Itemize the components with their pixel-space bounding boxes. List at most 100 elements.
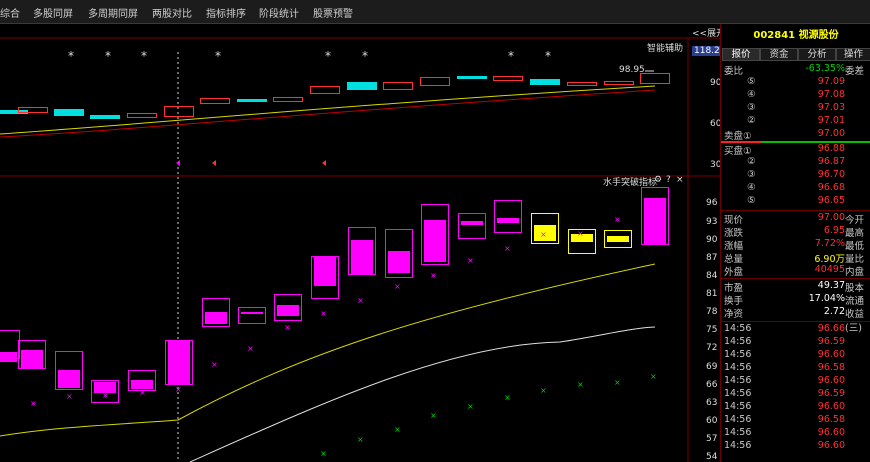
tick-row: 14:56 96.60 — [721, 349, 870, 362]
sell-row: ④ 97.08 — [721, 89, 870, 102]
quote-row: 现价 97.00 今开 — [721, 212, 870, 226]
weibi-row: 委比 -63.35% 委差 — [721, 63, 870, 77]
magenta-dot: × — [102, 391, 109, 400]
quote-label2: 最高 — [845, 228, 865, 239]
lower-y-tick: 63 — [706, 398, 718, 408]
quote-row: 涨幅 7.72% 最低 — [721, 238, 870, 252]
tick-row: 14:56 96.60 — [721, 440, 870, 453]
lower-y-tick: 90 — [706, 235, 718, 245]
magenta-dot: × — [357, 296, 364, 305]
indicator-fill — [21, 350, 43, 368]
upper-candle — [640, 73, 670, 84]
sell-row: ⑤ 97.09 — [721, 76, 870, 89]
quote-row: 总量 6.90万 量比 — [721, 251, 870, 265]
indicator-fill — [314, 256, 336, 286]
lower-y-tick: 81 — [706, 289, 718, 299]
buy-price: 96.65 — [817, 195, 845, 206]
quote-value: 97.00 — [817, 212, 845, 223]
signal-star: * — [68, 49, 74, 63]
indicator-fill — [351, 240, 373, 274]
lower-y-tick: 78 — [706, 307, 718, 317]
magenta-dot: × — [211, 360, 218, 369]
signal-star: * — [362, 49, 368, 63]
menu-item[interactable]: 股票预警 — [313, 5, 353, 20]
magenta-dot: × — [247, 344, 254, 353]
tick-row: 14:56 96.59 — [721, 388, 870, 401]
tick-time: 14:56 — [724, 349, 752, 360]
close-button[interactable]: × — [676, 175, 684, 185]
tab-operate[interactable]: 操作 — [836, 48, 870, 61]
kline-chart[interactable]: * * * * * * * * × × × × × × × × × × × × × × × × × × × × × × × × × × × 智能辅… — [0, 24, 728, 462]
upper-candle — [90, 115, 120, 119]
tick-time: 14:56 — [724, 401, 752, 412]
green-dot: × — [614, 378, 621, 387]
stock-name: 视源股份 — [798, 30, 839, 41]
indicator-box — [238, 307, 266, 324]
buy-row: ④ 96.68 — [721, 182, 870, 195]
lower-y-tick: 66 — [706, 380, 718, 390]
fund-value: 49.37 — [817, 280, 845, 291]
sell-row: ③ 97.03 — [721, 102, 870, 115]
upper-ma-red — [0, 89, 656, 138]
menu-item[interactable]: 指标排序 — [206, 5, 246, 20]
gear-icon[interactable]: ⚙ — [654, 175, 662, 185]
upper-pane-label: 智能辅助 — [647, 44, 684, 54]
tick-time: 14:56 — [724, 388, 752, 399]
tick-time: 14:56 — [724, 323, 752, 334]
green-dot: × — [540, 386, 547, 395]
magenta-dot: × — [467, 256, 474, 265]
buy-row: ③ 96.70 — [721, 169, 870, 182]
fund-label2: 流通 — [845, 296, 865, 307]
menu-item[interactable]: 多周期同屏 — [88, 5, 138, 20]
magenta-dot: × — [430, 271, 437, 280]
tab-analysis[interactable]: 分析 — [798, 48, 836, 61]
menu-item[interactable]: 多股同屏 — [33, 5, 73, 20]
lower-y-tick: 54 — [706, 452, 718, 462]
fund-label: 市盈 — [724, 283, 744, 294]
green-dot: × — [577, 380, 584, 389]
tab-funds[interactable]: 资金 — [760, 48, 798, 61]
tab-quote[interactable]: 报价 — [722, 48, 760, 61]
upper-candle — [347, 82, 377, 90]
lower-y-tick: 60 — [706, 416, 718, 426]
quote-row: 外盘 40495 内盘 — [721, 264, 870, 278]
weibi-value: -63.35% — [805, 63, 845, 74]
quote-panel: 002841 视源股份 报价 资金 分析 操作 委比 -63.35% 委差 ⑤ 9… — [720, 24, 870, 462]
indicator-box — [494, 200, 522, 233]
fund-label: 换手 — [724, 296, 744, 307]
menu-item[interactable]: 两股对比 — [152, 5, 192, 20]
tick-price: 96.60 — [817, 401, 845, 412]
lower-y-tick: 87 — [706, 253, 718, 263]
upper-candle — [530, 79, 560, 85]
green-dot: × — [320, 449, 327, 458]
buy-level: ② — [747, 156, 756, 167]
fundamental-row: 市盈 49.37 股本 — [721, 280, 870, 294]
buy-row: ② 96.87 — [721, 156, 870, 169]
signal-star: * — [141, 49, 147, 63]
tick-price: 96.58 — [817, 414, 845, 425]
menu-item[interactable]: 综合 — [0, 5, 20, 20]
upper-candle — [420, 77, 450, 86]
tick-time: 14:56 — [724, 440, 752, 451]
sell-level: 卖盘① — [724, 131, 752, 142]
fund-label2: 股本 — [845, 283, 865, 294]
indicator-name: 水手突破指标 — [603, 178, 658, 188]
tick-price: 96.60 — [817, 427, 845, 438]
indicator-fill — [0, 352, 17, 362]
magenta-dot: × — [30, 399, 37, 408]
signal-star: * — [545, 49, 551, 63]
upper-candle — [567, 82, 597, 86]
help-button[interactable]: ? — [666, 175, 671, 185]
green-dot: × — [504, 393, 511, 402]
menu-item[interactable]: 阶段统计 — [259, 5, 299, 20]
tick-price: 96.60 — [817, 375, 845, 386]
fund-label: 净资 — [724, 309, 744, 320]
chart-canvas[interactable]: * * * * * * * * × × × × × × × × × × × × × × × × × × × × × × × × × × × — [0, 24, 720, 462]
sell-level: ④ — [747, 89, 756, 100]
sell-price: 97.08 — [817, 89, 845, 100]
tick-time: 14:56 — [724, 375, 752, 386]
stock-code: 002841 — [753, 30, 796, 41]
upper-marker — [176, 160, 180, 166]
tick-time: 14:56 — [724, 336, 752, 347]
magenta-dot: × — [540, 230, 547, 239]
